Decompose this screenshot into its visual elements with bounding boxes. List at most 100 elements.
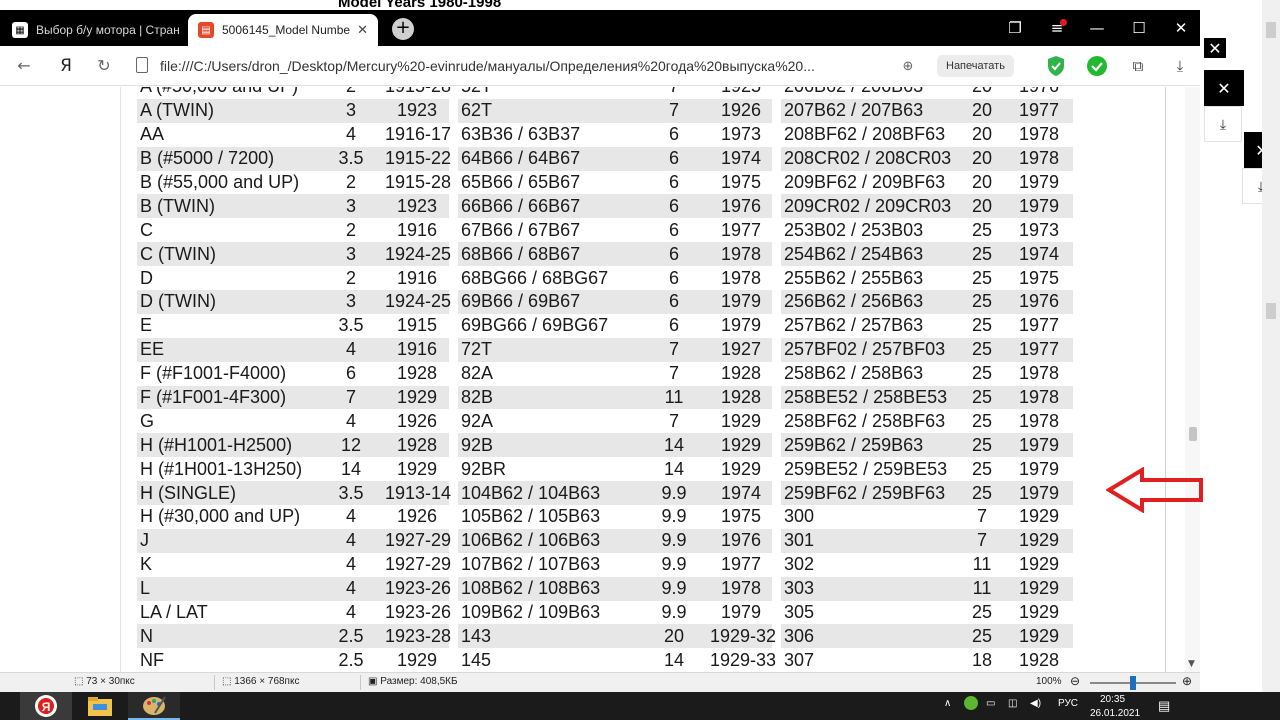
model-year-cell: 1929-33	[710, 649, 777, 670]
tray-app-icon[interactable]	[964, 696, 978, 710]
model-year-cell: 1928	[720, 387, 762, 408]
menu-icon[interactable]: ≡	[1042, 16, 1072, 40]
yandex-page-icon: ▦	[12, 22, 28, 38]
horsepower-cell: 3	[345, 100, 356, 121]
scroll-down-arrow-icon[interactable]: ▼	[1188, 659, 1195, 669]
model-year-cell: 1929	[720, 458, 762, 479]
tab-inactive[interactable]: ▦ Выбор б/у мотора | Стран	[2, 14, 184, 46]
image-size: ⬚ 1366 × 768пкс	[222, 676, 300, 687]
zoom-search-icon[interactable]: ⊕	[896, 54, 920, 78]
zoom-slider-thumb[interactable]	[1130, 676, 1136, 690]
language-indicator[interactable]: РУС	[1058, 698, 1078, 709]
extensions-icon[interactable]: ⧉	[1126, 54, 1150, 78]
protect-shield-icon[interactable]	[1044, 54, 1068, 78]
download-icon[interactable]: ⤓	[1168, 54, 1192, 78]
pdf-scrollbar[interactable]: ▼	[1185, 87, 1200, 672]
model-year-cell: 1916	[396, 219, 438, 240]
model-number-cell: 69B66 / 69B67	[461, 291, 581, 312]
horsepower-cell: 7	[668, 339, 679, 360]
file-size: ▣ Размер: 408,5КБ	[368, 676, 458, 687]
horsepower-cell: 2.5	[338, 649, 364, 670]
table-row: NF 2.5 1929	[137, 648, 449, 672]
model-year-cell: 1977	[720, 219, 762, 240]
svg-text:Я: Я	[42, 700, 51, 714]
table-row: 255B62 / 255B63 25 1975	[781, 266, 1073, 290]
horsepower-cell: 20	[971, 124, 993, 145]
horsepower-cell: 6	[668, 219, 679, 240]
table-row: 92B 14 1929	[458, 433, 772, 458]
model-number-cell: 253B02 / 253B03	[784, 219, 924, 240]
table-row: H (#30,000 and UP) 4 1926	[137, 505, 449, 529]
model-year-cell: 1974	[720, 148, 762, 169]
horsepower-cell: 25	[971, 602, 993, 623]
close-icon[interactable]: ✕	[1204, 70, 1244, 106]
close-icon[interactable]: ✕	[357, 23, 368, 38]
table-row: 66B66 / 66B67 6 1976	[458, 194, 772, 219]
model-number-cell: 62T	[461, 100, 493, 121]
maximize-icon[interactable]: ☐	[1124, 16, 1154, 40]
browser-window: ▦ Выбор б/у мотора | Стран ▤ 5006145_Mod…	[0, 10, 1200, 672]
clock-date[interactable]: 26.01.2021	[1090, 708, 1140, 719]
horsepower-cell: 4	[345, 410, 356, 431]
clock-time[interactable]: 20:35	[1100, 694, 1125, 705]
model-number-cell: 72T	[461, 339, 493, 360]
horsepower-cell: 25	[971, 315, 993, 336]
url-field[interactable]: file:///C:/Users/dron_/Desktop/Mercury%2…	[160, 58, 815, 74]
model-number-cell: 208CR02 / 208CR03	[784, 148, 952, 169]
model-number-cell: 257B62 / 257B63	[784, 315, 924, 336]
horsepower-cell: 20	[971, 148, 993, 169]
tab-active[interactable]: ▤ 5006145_Model Numbe ✕	[188, 14, 378, 46]
model-number-cell: 64B66 / 64B67	[461, 148, 581, 169]
horsepower-cell: 14	[663, 458, 685, 479]
collections-icon[interactable]: ❐	[1000, 16, 1030, 40]
close-icon[interactable]: ✕	[1204, 38, 1226, 58]
model-year-cell: 1978	[1018, 124, 1060, 145]
model-year-cell: 1924-25	[385, 243, 452, 264]
file-explorer-icon[interactable]	[74, 692, 126, 720]
close-window-icon[interactable]: ✕	[1166, 16, 1196, 40]
horsepower-cell: 25	[971, 625, 993, 646]
yandex-logo[interactable]: Я	[54, 54, 78, 78]
download-icon[interactable]: ⤓	[1204, 106, 1242, 142]
model-number-cell: G	[140, 410, 155, 431]
table-row: 307 18 1928	[781, 648, 1073, 672]
network-icon[interactable]: ◫	[1008, 698, 1017, 709]
zoom-in-icon[interactable]: ⊕	[1182, 674, 1192, 688]
model-table-column-2: 52T7192562T7192663B36 / 63B376197364B66 …	[458, 87, 777, 672]
model-year-cell: 1977	[1018, 100, 1060, 121]
volume-icon[interactable]: ◀)	[1030, 698, 1041, 709]
paint-icon[interactable]	[128, 692, 180, 720]
model-number-cell: A (TWIN)	[140, 100, 214, 121]
model-number-cell: 300	[784, 506, 815, 527]
background-scroll-thumb[interactable]	[1266, 22, 1276, 38]
model-number-cell: 209CR02 / 209CR03	[784, 195, 952, 216]
pdf-viewport[interactable]: A (#50,000 and UP)21915-28A (TWIN)31923A…	[0, 87, 1200, 672]
horsepower-cell: 6	[668, 148, 679, 169]
model-year-cell: 1926	[396, 410, 438, 431]
new-tab-button[interactable]: +	[392, 18, 414, 40]
notification-dot	[1060, 19, 1067, 26]
yandex-browser-icon[interactable]: Я	[20, 692, 72, 720]
reload-icon[interactable]: ↻	[92, 54, 116, 78]
model-number-cell: 302	[784, 554, 815, 575]
model-year-cell: 1929	[720, 434, 762, 455]
back-arrow-icon[interactable]: ←	[12, 54, 36, 78]
table-row: 63B36 / 63B37 6 1973	[458, 123, 772, 147]
table-row: 306 25 1929	[781, 624, 1073, 649]
background-canvas	[0, 0, 1280, 10]
minimize-icon[interactable]: —	[1082, 16, 1112, 40]
background-scrollbar[interactable]	[1262, 0, 1280, 720]
pdf-scroll-thumb[interactable]	[1189, 427, 1197, 441]
model-year-cell: 1913-14	[385, 482, 452, 503]
horsepower-cell: 7	[638, 87, 710, 97]
check-extension-icon[interactable]	[1085, 54, 1109, 78]
zoom-out-icon[interactable]: ⊖	[1070, 674, 1080, 688]
notifications-icon[interactable]: ▤	[1158, 698, 1170, 714]
table-row: 68B66 / 68B67 6 1978	[458, 242, 772, 267]
horsepower-cell: 4	[345, 530, 356, 551]
print-button[interactable]: Напечатать	[937, 55, 1014, 77]
model-year-cell: 1928	[720, 363, 762, 384]
battery-icon[interactable]: ▭	[986, 698, 995, 709]
background-scroll-thumb[interactable]	[1266, 303, 1276, 319]
tray-overflow-icon[interactable]: ∧	[944, 698, 951, 709]
